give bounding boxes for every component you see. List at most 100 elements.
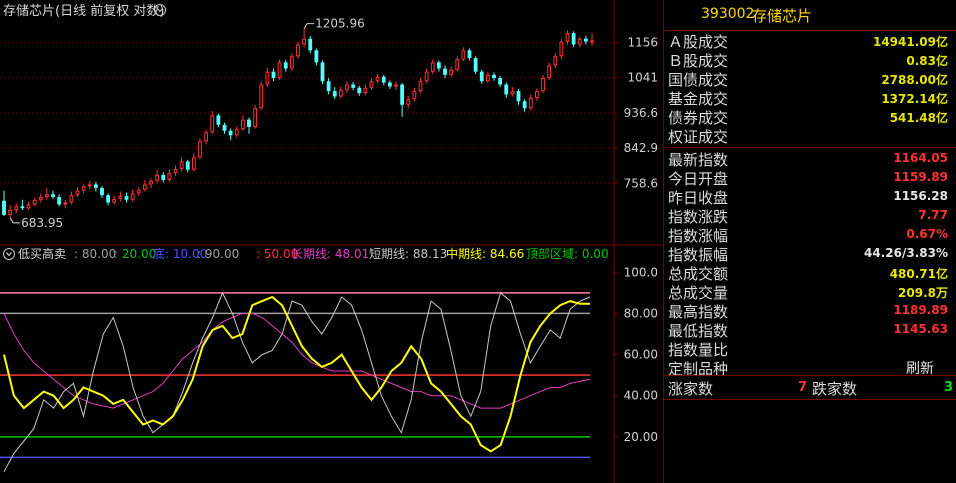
- up-count-value: 7: [798, 380, 808, 395]
- candle-body-down: [2, 200, 6, 215]
- candle-body-up: [234, 129, 239, 136]
- info-row-label: 债券成交: [668, 109, 729, 127]
- info-row: 国债成交 2788.00亿: [664, 69, 956, 89]
- price-tick-label: 936.6: [624, 106, 658, 120]
- candle-body-up: [449, 69, 454, 75]
- candle-body-up: [173, 168, 178, 174]
- candle-body-up: [240, 119, 245, 130]
- candle-body-down: [216, 115, 221, 125]
- candle-body-down: [436, 62, 441, 69]
- price-tick-label: 758.6: [624, 176, 658, 190]
- info-row-value: 209.8万: [898, 286, 948, 300]
- candle-body-down: [247, 119, 251, 127]
- info-panel: 393002 存储芯片 Ａ股成交 14941.09亿 Ｂ股成交 0.83亿 国债成交 27…: [664, 0, 956, 483]
- high-marker-label: 1205.96: [315, 17, 365, 31]
- indicator-param: 短期线: 88.13: [369, 247, 447, 261]
- chart-svg[interactable]: 1156 1041 936.6 842.9 758.6 1205.96 683.95 存储芯片…: [0, 0, 664, 483]
- candle-body-up: [265, 71, 270, 85]
- candle-body-down: [20, 206, 25, 209]
- info-row-label: 今日开盘: [668, 170, 729, 188]
- candle-body-down: [93, 184, 98, 188]
- candle-body-up: [136, 189, 141, 194]
- candle-body-down: [479, 71, 484, 82]
- info-row-label: 基金成交: [668, 90, 729, 108]
- price-tick-label: 1156: [627, 36, 658, 50]
- candle-body-down: [228, 130, 233, 136]
- info-row-value: 7.77: [918, 208, 948, 222]
- candle-body-down: [357, 87, 362, 94]
- candle-body-up: [430, 62, 435, 72]
- candle-body-up: [8, 210, 13, 215]
- info-row: 指数量比: [664, 339, 956, 359]
- candle-body-up: [461, 50, 466, 60]
- candle-body-down: [332, 91, 337, 97]
- candle-body-up: [424, 71, 429, 82]
- chart-area[interactable]: 1156 1041 936.6 842.9 758.6 1205.96 683.95 存储芯片…: [0, 0, 664, 483]
- candle-body-up: [485, 74, 490, 82]
- candle-body-down: [473, 58, 478, 72]
- candle-body-up: [14, 206, 19, 211]
- info-row-label: 最新指数: [668, 151, 729, 169]
- info-row: Ａ股成交 14941.09亿: [664, 31, 956, 51]
- candle-body-up: [112, 198, 117, 203]
- info-row: 今日开盘 1159.89: [664, 168, 956, 188]
- indicator-tick-label: 40.00: [624, 389, 658, 403]
- info-row-value: 1164.05: [893, 151, 948, 165]
- info-row: 最低指数 1145.63: [664, 320, 956, 340]
- candle-body-up: [191, 157, 196, 170]
- candle-body-up: [345, 84, 349, 90]
- candle-body-down: [314, 50, 319, 63]
- info-row-value: 44.26/3.83%: [864, 246, 948, 260]
- indicator-param: 中期线: 84.66: [446, 246, 524, 261]
- indicator-param: 长期线: 48.01: [291, 247, 369, 261]
- candle-body-up: [142, 184, 147, 190]
- candle-body-up: [210, 115, 215, 133]
- info-row-label: 总成交额: [668, 265, 729, 283]
- info-row-label: 指数涨幅: [668, 227, 729, 245]
- info-row-label: Ａ股成交: [668, 33, 729, 51]
- candle-body-up: [81, 186, 86, 191]
- candle-body-down: [271, 71, 276, 79]
- indicator-param: : 20.00: [114, 247, 156, 261]
- candle-body-up: [204, 132, 209, 142]
- info-row: 指数振幅 44.26/3.83%: [664, 244, 956, 264]
- info-row: 债券成交 541.48亿: [664, 107, 956, 127]
- candle-body-up: [277, 62, 282, 79]
- candle-body-up: [198, 141, 202, 158]
- candle-body-down: [100, 187, 104, 196]
- candle-body-up: [406, 99, 411, 105]
- info-row-label: 总成交量: [668, 284, 729, 302]
- candle-body-up: [375, 76, 380, 82]
- info-row: 指数涨跌 7.77: [664, 206, 956, 226]
- candle-body-down: [283, 62, 288, 69]
- info-row-value: 1156.28: [893, 189, 948, 203]
- high-marker-line: [303, 23, 315, 29]
- index-name: 存储芯片: [752, 7, 813, 25]
- candle-body-up: [541, 78, 545, 92]
- candle-body-up: [38, 197, 43, 200]
- info-row-value: 541.48亿: [889, 111, 948, 125]
- candle-body-down: [51, 194, 55, 198]
- candle-body-down: [583, 38, 588, 42]
- info-row: 总成交量 209.8万: [664, 282, 956, 302]
- candle-body-up: [565, 33, 570, 42]
- candle-body-up: [534, 91, 539, 98]
- candle-body-up: [528, 97, 533, 109]
- info-row: 总成交额 480.71亿: [664, 263, 956, 283]
- candle-body-down: [222, 124, 227, 131]
- section-divider-1: [664, 147, 956, 148]
- breadth-row: 涨家数 7 跌家数 3: [664, 378, 956, 398]
- candle-body-down: [351, 84, 356, 88]
- candle-body-up: [32, 199, 37, 205]
- info-row-label: 指数量比: [668, 341, 729, 359]
- indicator-tick-label: 100.0: [624, 265, 658, 279]
- candle-body-down: [516, 91, 521, 102]
- info-row-label: 最低指数: [668, 322, 729, 340]
- candle-body-up: [118, 196, 123, 199]
- candle-body-up: [363, 87, 368, 94]
- down-count-value: 3: [944, 380, 954, 395]
- low-marker-label: 683.95: [21, 216, 63, 230]
- info-row-label: 指数涨跌: [668, 208, 729, 226]
- price-tick-label: 842.9: [624, 141, 658, 155]
- candle-body-up: [253, 108, 258, 127]
